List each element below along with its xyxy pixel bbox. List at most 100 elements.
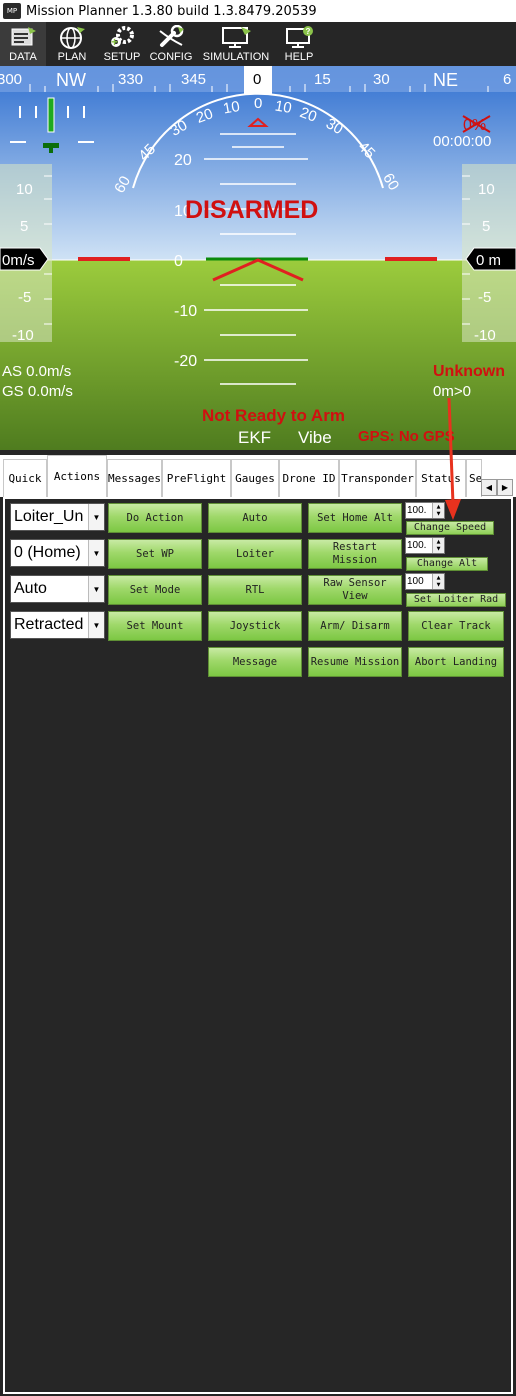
monitor-help-icon: ? [286, 26, 313, 48]
arm-disarm-button[interactable]: Arm/ Disarm [308, 611, 402, 641]
waypoint-select-value: 0 (Home) [14, 544, 81, 561]
heading-label: 345 [181, 71, 206, 88]
heading-label: 15 [314, 71, 331, 88]
vertical-speed-bar [47, 97, 55, 133]
alt-spinner[interactable]: 100. ▲ ▼ [405, 537, 445, 554]
altitude-readout: 0 m [476, 252, 501, 269]
globe-icon [60, 27, 85, 49]
menu-simulation[interactable]: SIMULATION [198, 22, 274, 66]
action-select[interactable]: Loiter_Un ▼ [10, 503, 105, 531]
tab-transponder[interactable]: Transponder [339, 459, 416, 497]
ekf-status[interactable]: EKF [238, 428, 271, 447]
raw-sensor-view-button[interactable]: Raw Sensor View [308, 575, 402, 605]
speed-tape-label: 5 [20, 218, 28, 235]
svg-text:?: ? [306, 27, 311, 36]
tab-scroll-left-icon[interactable]: ◀ [481, 479, 497, 496]
clear-track-button[interactable]: Clear Track [408, 611, 504, 641]
tab-actions[interactable]: Actions [47, 455, 107, 497]
tab-gauges[interactable]: Gauges [231, 459, 279, 497]
set-wp-button[interactable]: Set WP [108, 539, 202, 569]
chevron-down-icon: ▼ [88, 612, 104, 638]
menu-config-label: CONFIG [149, 51, 193, 63]
menu-data[interactable]: DATA [0, 22, 46, 66]
tab-strip: Quick Actions Messages PreFlight Gauges … [0, 455, 516, 497]
resume-mission-button[interactable]: Resume Mission [308, 647, 402, 677]
menu-plan-label: PLAN [57, 51, 87, 63]
pitch-label: -20 [174, 353, 197, 370]
armed-status: DISARMED [185, 196, 318, 224]
altitude-tape-label: -5 [478, 289, 491, 306]
menu-config[interactable]: CONFIG [148, 22, 194, 66]
tab-messages[interactable]: Messages [107, 459, 162, 497]
menu-setup[interactable]: + SETUP [98, 22, 146, 66]
action-select-value: Loiter_Un [14, 508, 84, 525]
mount-select[interactable]: Retracted ▼ [10, 611, 105, 639]
heading-label: NW [56, 70, 86, 90]
menu-setup-label: SETUP [103, 51, 141, 63]
heading-label: 330 [118, 71, 143, 88]
chevron-down-icon: ▼ [88, 576, 104, 602]
tab-quick[interactable]: Quick [3, 459, 47, 497]
hud-display[interactable]: 300 NW 330 345 15 30 NE 6 0 60 45 30 20 … [0, 66, 516, 450]
gears-icon: + [111, 26, 134, 49]
tab-status[interactable]: Status [416, 459, 466, 497]
tab-scroll-right-icon[interactable]: ▶ [497, 479, 513, 496]
change-alt-button[interactable]: Change Alt [406, 557, 488, 571]
gps-status: GPS: No GPS [358, 428, 455, 445]
roll-label: 10 [222, 98, 241, 118]
tab-drone-id[interactable]: Drone ID [279, 459, 339, 497]
data-icon [11, 27, 36, 46]
monitor-plane-icon [222, 27, 251, 48]
groundspeed-text: GS 0.0m/s [2, 383, 73, 400]
vibe-status[interactable]: Vibe [298, 428, 332, 447]
heading-label: 300 [0, 71, 22, 88]
heading-label: 6 [503, 71, 511, 88]
heading-label: 30 [373, 71, 390, 88]
spinner-arrows-icon: ▲ ▼ [432, 503, 444, 518]
speed-tape-label: 10 [16, 181, 33, 198]
menu-help[interactable]: ? HELP [276, 22, 322, 66]
app-logo-icon: MP [3, 3, 21, 19]
loiter-button[interactable]: Loiter [208, 539, 302, 569]
set-home-alt-button[interactable]: Set Home Alt [308, 503, 402, 533]
spinner-arrows-icon: ▲ ▼ [432, 538, 444, 553]
flight-timer: 00:00:00 [433, 133, 491, 150]
speed-spinner[interactable]: 100. ▲ ▼ [405, 502, 445, 519]
hud-canvas: 300 NW 330 345 15 30 NE 6 0 60 45 30 20 … [0, 66, 516, 450]
set-mode-button[interactable]: Set Mode [108, 575, 202, 605]
pitch-label: -10 [174, 303, 197, 320]
title-bar: MP Mission Planner 1.3.80 build 1.3.8479… [0, 0, 516, 22]
menu-simulation-label: SIMULATION [202, 51, 270, 63]
actions-panel: Loiter_Un ▼ 0 (Home) ▼ Auto ▼ Retracted … [3, 497, 513, 1394]
menu-help-label: HELP [284, 51, 314, 63]
speed-tape-label: -10 [12, 327, 34, 344]
set-mount-button[interactable]: Set Mount [108, 611, 202, 641]
restart-mission-button[interactable]: Restart Mission [308, 539, 402, 569]
throttle-indicator [43, 143, 59, 148]
heading-current: 0 [253, 71, 261, 88]
set-loiter-rad-button[interactable]: Set Loiter Rad [406, 593, 506, 607]
waypoint-select[interactable]: 0 (Home) ▼ [10, 539, 105, 567]
mode-select[interactable]: Auto ▼ [10, 575, 105, 603]
menu-data-label: DATA [9, 51, 37, 63]
joystick-button[interactable]: Joystick [208, 611, 302, 641]
mode-select-value: Auto [14, 580, 47, 597]
auto-button[interactable]: Auto [208, 503, 302, 533]
rtl-button[interactable]: RTL [208, 575, 302, 605]
menu-plan[interactable]: PLAN [48, 22, 96, 66]
airspeed-text: AS 0.0m/s [2, 363, 71, 380]
tab-more[interactable]: Se [466, 459, 482, 497]
roll-label: 0 [254, 95, 262, 112]
waypoint-distance: 0m>0 [433, 383, 471, 400]
loiter-rad-spinner[interactable]: 100 ▲ ▼ [405, 573, 445, 590]
altitude-tape-label: -10 [474, 327, 496, 344]
pitch-label: 20 [174, 152, 192, 169]
loiter-rad-spinner-value: 100 [407, 576, 424, 587]
do-action-button[interactable]: Do Action [108, 503, 202, 533]
chevron-down-icon: ▼ [88, 540, 104, 566]
change-speed-button[interactable]: Change Speed [406, 521, 494, 535]
tab-preflight[interactable]: PreFlight [162, 459, 231, 497]
message-button[interactable]: Message [208, 647, 302, 677]
abort-landing-button[interactable]: Abort Landing [408, 647, 504, 677]
heading-label: NE [433, 70, 458, 90]
